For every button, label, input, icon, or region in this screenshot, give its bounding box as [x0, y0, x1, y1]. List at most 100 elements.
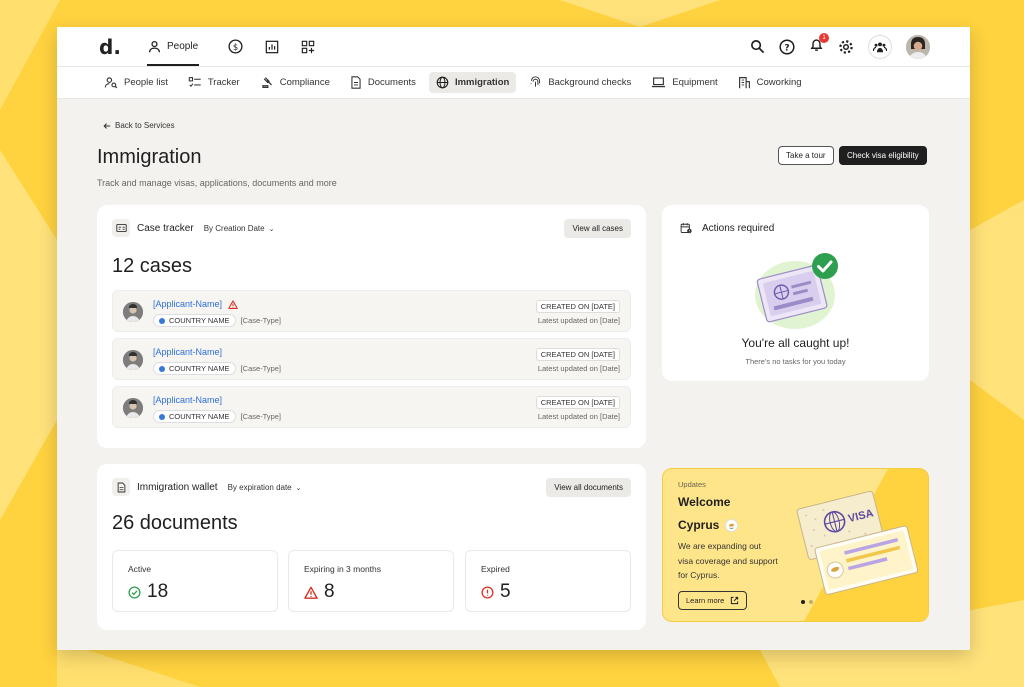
arrow-left-icon — [103, 122, 111, 129]
team-button[interactable] — [868, 34, 892, 59]
notifications[interactable]: 1 — [809, 32, 829, 57]
case-sort-dropdown[interactable]: By Creation Date ⌄ — [204, 224, 275, 233]
carousel-dot[interactable] — [809, 600, 813, 604]
applicant-name-row: [Applicant-Name] — [153, 347, 222, 357]
check-visa-eligibility-button[interactable]: Check visa eligibility — [839, 146, 927, 165]
view-all-documents-button[interactable]: View all documents — [546, 478, 631, 497]
fingerprint-icon — [530, 76, 541, 87]
passport-check-illustration — [755, 253, 838, 329]
case-row[interactable]: [Applicant-Name] COUNTRY NAME [Case-Type] C… — [112, 338, 631, 380]
top-right-actions: ? 1 — [750, 27, 930, 66]
stat-value: 8 — [324, 581, 335, 602]
page-title: Immigration — [97, 146, 202, 168]
case-sort-label: By Creation Date — [203, 223, 265, 233]
wallet-title: Immigration wallet — [137, 481, 218, 493]
chevron-down-icon: ⌄ — [295, 484, 302, 492]
case-type: [Case-Type] — [240, 316, 282, 325]
updates-body: We are expanding out visa coverage and s… — [678, 541, 778, 580]
applicant-avatar — [123, 398, 143, 418]
page-subtitle: Track and manage visas, applications, do… — [97, 178, 337, 188]
subnav-label: Documents — [367, 77, 416, 88]
subnav-label: Coworking — [756, 77, 802, 88]
avatar[interactable] — [906, 34, 930, 59]
case-created-badge: CREATED ON [DATE] — [535, 300, 620, 313]
gear-icon[interactable] — [838, 39, 854, 55]
case-tracker-icon-wrap — [112, 219, 130, 237]
case-updated: Latest updated on [Date] — [537, 364, 620, 373]
updates-title-line1: Welcome — [678, 495, 731, 509]
subnav-compliance[interactable]: Compliance — [253, 72, 337, 93]
app-logo[interactable]: d. — [99, 35, 139, 59]
document-count: 26 documents — [112, 512, 238, 534]
wallet-header: Immigration wallet By expiration date ⌄ — [112, 478, 302, 496]
subnav-people-list[interactable]: People list — [97, 72, 175, 93]
stat-value-row: 5 — [481, 581, 511, 603]
help-icon[interactable]: ? — [779, 38, 795, 55]
view-all-cases-button[interactable]: View all cases — [564, 219, 631, 238]
building-icon — [738, 77, 750, 89]
caught-up-heading: You're all caught up! — [741, 336, 850, 350]
id-card-icon — [115, 223, 127, 233]
applicant-name-row: [Applicant-Name] — [153, 395, 222, 405]
carousel-dots — [801, 600, 813, 604]
country-pill: COUNTRY NAME — [153, 362, 236, 375]
case-updated: Latest updated on [Date] — [537, 412, 620, 421]
subnav-tracker[interactable]: Tracker — [181, 72, 247, 93]
subnav-documents[interactable]: Documents — [343, 72, 423, 93]
applicant-name[interactable]: [Applicant-Name] — [153, 347, 222, 357]
subnav-label: Tracker — [207, 77, 240, 88]
take-tour-button[interactable]: Take a tour — [778, 146, 834, 165]
topnav-people[interactable]: People — [139, 27, 207, 66]
stat-value-row: 18 — [128, 581, 168, 603]
country-flag-icon — [159, 317, 165, 324]
topnav-apps[interactable] — [292, 27, 324, 66]
app-window: d. People $ ? 1 People list Tracker Comp… — [57, 27, 970, 650]
case-created-badge: CREATED ON [DATE] — [535, 396, 620, 409]
applicant-name[interactable]: [Applicant-Name] — [153, 395, 222, 405]
applicant-name[interactable]: [Applicant-Name] — [153, 299, 222, 309]
country-flag-icon — [159, 413, 165, 420]
back-link[interactable]: Back to Services — [103, 121, 175, 130]
case-tracker-title: Case tracker — [137, 222, 194, 234]
top-nav: People $ — [139, 27, 324, 66]
subnav-label: Equipment — [672, 77, 718, 88]
subnav-immigration[interactable]: Immigration — [428, 72, 517, 93]
case-type: [Case-Type] — [240, 364, 282, 373]
country-name: COUNTRY NAME — [169, 316, 230, 325]
topnav-reports[interactable] — [256, 27, 288, 66]
chevron-down-icon: ⌄ — [268, 225, 275, 233]
team-icon — [873, 41, 887, 52]
topnav-payroll[interactable]: $ — [219, 27, 252, 66]
wallet-sort-label: By expiration date — [227, 482, 292, 492]
globe-icon — [436, 76, 449, 89]
avatar-image — [906, 34, 930, 59]
country-name: COUNTRY NAME — [169, 364, 230, 373]
case-row[interactable]: [Applicant-Name] COUNTRY NAME [Case-Type] C… — [112, 386, 631, 428]
document-icon — [351, 76, 361, 89]
calendar-alert-icon — [680, 223, 692, 234]
chart-icon — [265, 40, 279, 53]
subnav-coworking[interactable]: Coworking — [731, 72, 809, 93]
stat-expired[interactable]: Expired 5 — [465, 550, 631, 612]
search-icon[interactable] — [750, 39, 765, 54]
notification-badge: 1 — [819, 32, 829, 43]
stat-active[interactable]: Active 18 — [112, 550, 278, 612]
immigration-wallet-card: Immigration wallet By expiration date ⌄ V… — [97, 464, 646, 630]
subnav-background-checks[interactable]: Background checks — [522, 72, 638, 93]
stat-expiring[interactable]: Expiring in 3 months 8 — [288, 550, 454, 612]
case-row[interactable]: [Applicant-Name] COUNTRY NAME [Case-Type] C… — [112, 290, 631, 332]
carousel-dot-active[interactable] — [801, 600, 805, 604]
warning-triangle-icon — [228, 299, 238, 309]
actions-header: Actions required — [677, 219, 774, 237]
subnav-equipment[interactable]: Equipment — [644, 72, 724, 93]
case-meta: COUNTRY NAME [Case-Type] — [153, 410, 281, 423]
stat-label: Expired — [481, 564, 510, 574]
gavel-icon — [262, 77, 272, 88]
case-count: 12 cases — [112, 255, 193, 277]
people-search-icon — [104, 77, 118, 89]
case-meta: COUNTRY NAME [Case-Type] — [153, 362, 281, 375]
wallet-sort-dropdown[interactable]: By expiration date ⌄ — [228, 483, 302, 492]
learn-more-button[interactable]: Learn more — [678, 591, 748, 610]
country-name: COUNTRY NAME — [169, 412, 230, 421]
apps-add-icon — [301, 40, 315, 53]
